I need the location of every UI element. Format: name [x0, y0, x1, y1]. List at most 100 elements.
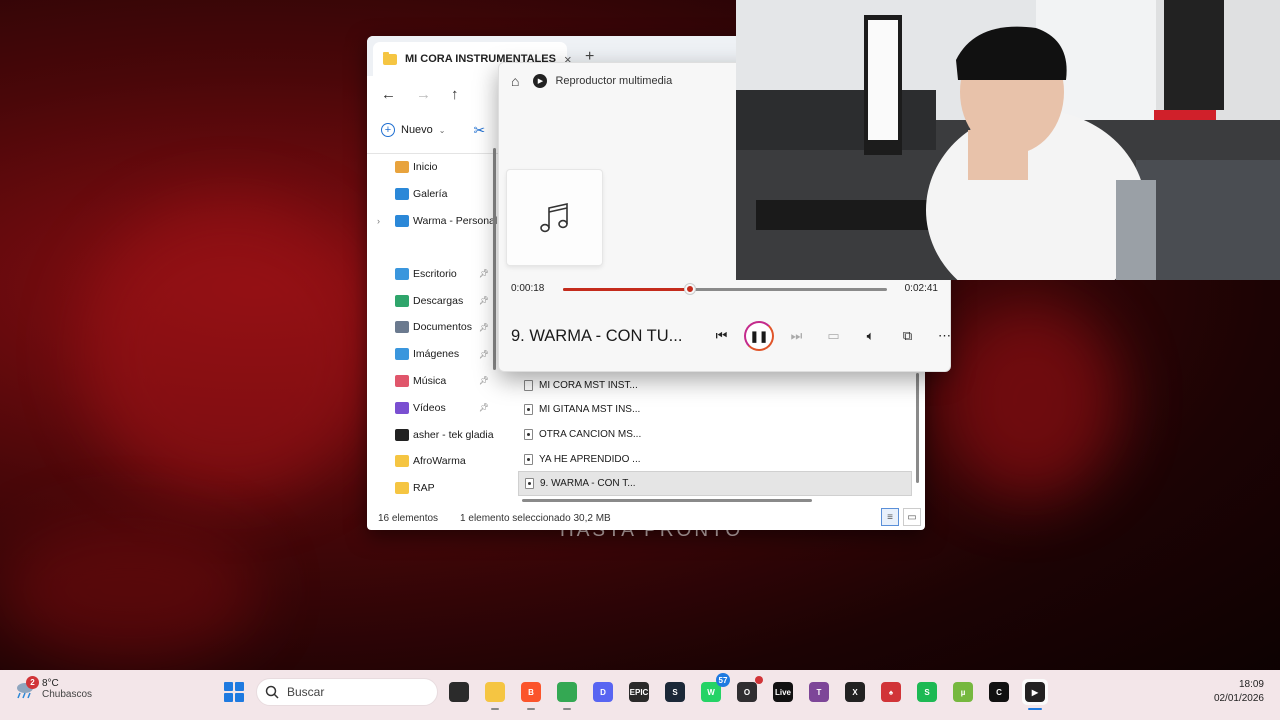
forward-arrow-icon[interactable]: → [416, 86, 431, 103]
clock-date: 02/01/2026 [1213, 693, 1264, 704]
total-time: 0:02:41 [904, 283, 938, 294]
media-player-icon[interactable]: ▶ [1022, 679, 1048, 710]
document-file-icon [524, 379, 533, 391]
pin-icon: 📌︎ [478, 376, 489, 386]
nav-item[interactable]: Inicio [367, 154, 495, 181]
file-name: OTRA CANCION MS... [539, 428, 642, 440]
nav-item[interactable]: RAP [367, 475, 495, 502]
file-row[interactable]: MI CORA MST INST... [518, 373, 912, 398]
details-view-icon[interactable]: ≡ [881, 508, 899, 526]
pin-icon: 📌︎ [478, 269, 489, 279]
chevron-down-icon[interactable]: ⌄ [439, 126, 446, 135]
chrome-icon[interactable] [554, 679, 580, 710]
file-row[interactable]: OTRA CANCION MS... [518, 422, 912, 447]
file-explorer-icon[interactable] [482, 679, 508, 710]
volume-icon[interactable]: 🔈︎ [852, 320, 889, 352]
pause-button[interactable]: ❚❚ [744, 321, 774, 351]
seek-bar[interactable] [563, 284, 887, 294]
pin-icon: 📌︎ [478, 349, 489, 359]
gallery-icon [395, 188, 409, 201]
new-button[interactable]: Nuevo [401, 124, 433, 136]
folder-icon [383, 51, 397, 65]
epic-games-icon[interactable]: EPIC [626, 679, 652, 705]
brave-icon[interactable]: B [518, 679, 544, 710]
app-glyph: µ [953, 682, 973, 702]
nav-item[interactable]: Imágenes 📌︎ [367, 341, 495, 368]
utorrent-icon[interactable]: µ [950, 679, 976, 705]
nav-item-label: Inicio [413, 161, 438, 174]
capcut-icon[interactable]: C [986, 679, 1012, 705]
expand-chevron-icon[interactable]: › [377, 216, 380, 226]
current-time: 0:00:18 [511, 283, 545, 294]
app-glyph: Live [773, 682, 793, 702]
pokerstars-icon[interactable]: ♠ [878, 679, 904, 705]
back-arrow-icon[interactable]: ← [381, 86, 396, 103]
app-glyph [449, 682, 469, 702]
home-icon[interactable]: ⌂ [511, 73, 519, 89]
seek-progress [563, 288, 690, 291]
task-view-icon[interactable] [446, 679, 472, 705]
pin-icon: 📌︎ [478, 296, 489, 306]
nav-item-label: Imágenes [413, 348, 460, 361]
tiles-view-icon[interactable]: ▭ [903, 508, 921, 526]
app-glyph: ▶ [1025, 682, 1045, 702]
nav-scrollbar[interactable] [493, 148, 496, 370]
taskbar-search[interactable]: Buscar [256, 678, 438, 706]
notification-badge: 57 [716, 673, 730, 687]
discord-icon[interactable]: D [590, 679, 616, 705]
downloads-icon [395, 294, 409, 307]
album-art [506, 169, 603, 266]
audio-file-icon [524, 428, 533, 440]
next-icon[interactable]: ⏭ [778, 320, 815, 352]
steam-icon[interactable]: S [662, 679, 688, 705]
running-indicator [563, 708, 571, 710]
subtitles-icon[interactable]: ▭ [815, 320, 852, 352]
nav-item[interactable]: Galería [367, 181, 495, 208]
playback-controls: ⏮ ❚❚ ⏭ ▭ 🔈︎ ⧉ ⋯ [703, 320, 950, 352]
new-plus-icon: + [381, 123, 395, 137]
nav-item-label: Warma - Personal [413, 214, 498, 227]
explorer-nav-buttons: ← → ↑ [367, 76, 507, 112]
nav-item[interactable]: asher - tek gladia [367, 421, 495, 448]
more-options-icon[interactable]: ⋯ [926, 320, 950, 352]
audio-file-icon [524, 453, 533, 465]
tor-browser-icon[interactable]: T [806, 679, 832, 705]
previous-icon[interactable]: ⏮ [703, 320, 740, 352]
nav-item-label: Galería [413, 188, 448, 201]
terminal-icon [395, 428, 409, 441]
up-arrow-icon[interactable]: ↑ [451, 86, 459, 103]
weather-widget[interactable]: 2 8°C Chubascos [14, 676, 93, 700]
start-button[interactable] [224, 682, 244, 702]
audio-file-icon [525, 478, 534, 490]
ableton-live-icon[interactable]: Live [770, 679, 796, 705]
spotify-icon[interactable]: S [914, 679, 940, 705]
system-clock[interactable]: 18:09 02/01/2026 [1214, 678, 1264, 706]
file-row[interactable]: YA HE APRENDIDO ... [518, 447, 912, 472]
status-bar: 16 elementos 1 elemento seleccionado 30,… [367, 506, 925, 530]
temperature: 8°C [42, 678, 59, 689]
nav-item[interactable]: Música 📌︎ [367, 368, 495, 395]
horizontal-scrollbar[interactable] [522, 499, 812, 502]
nav-item[interactable]: Descargas 📌︎ [367, 287, 495, 314]
file-name: 9. WARMA - CON T... [540, 478, 636, 490]
nav-item[interactable]: › Warma - Personal [367, 208, 498, 235]
file-list-scrollbar[interactable] [916, 373, 919, 483]
nav-item-label: asher - tek gladia [413, 428, 494, 441]
seek-thumb[interactable] [685, 284, 695, 294]
cut-icon[interactable]: ✂ [474, 122, 486, 139]
nav-item[interactable]: Escritorio 📌︎ [367, 260, 495, 287]
whatsapp-icon[interactable]: W 57 [698, 673, 730, 705]
nav-item[interactable]: AfroWarma [367, 448, 495, 475]
nav-item[interactable]: Documentos 📌︎ [367, 314, 495, 341]
obs-icon[interactable]: O [734, 676, 763, 705]
file-row[interactable]: 9. WARMA - CON T... [518, 471, 912, 496]
xbox-icon[interactable]: X [842, 679, 868, 705]
file-row[interactable]: MI GITANA MST INS... [518, 398, 912, 423]
miniplayer-icon[interactable]: ⧉ [889, 320, 926, 352]
videos-icon [395, 401, 409, 414]
search-icon [265, 685, 279, 699]
app-glyph: S [665, 682, 685, 702]
nav-item[interactable]: Vídeos 📌︎ [367, 394, 495, 421]
weather-condition: Chubascos [42, 689, 93, 700]
